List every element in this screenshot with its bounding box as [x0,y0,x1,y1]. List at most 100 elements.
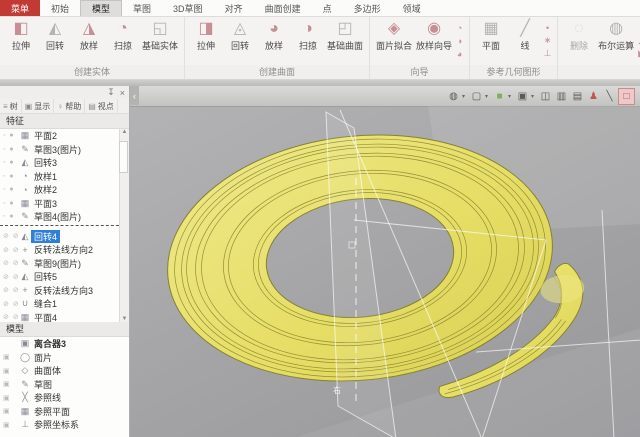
pin-icon[interactable]: ↧ [107,87,115,98]
boolean-button[interactable]: ◍ 布尔运算 [596,19,636,52]
measure-line-icon[interactable]: ╲ [602,89,617,104]
ref-line-button[interactable]: ╱ 线 [508,19,542,52]
visibility-icon[interactable]: ◦ ● [3,200,19,207]
tree-item-plane2[interactable]: ◦ ● ▦ 平面2 [0,129,129,143]
viewport-canvas[interactable]: 右 [130,106,640,437]
wireframe-mode-icon[interactable]: ▣ [515,89,530,104]
chevron-down-icon[interactable]: ▾ [462,93,468,100]
delete-button[interactable]: ◌ 删除 [562,19,596,52]
section-view-icon[interactable]: ◫ [538,89,553,104]
panel-tab-tree[interactable]: ≡ 树 [0,99,22,113]
sweep-surface-button[interactable]: ◑ 扫掠 [291,19,325,52]
tree-item-sketch3[interactable]: ◦ ● ✎ 草图3(图片) [0,143,129,157]
visibility-icon[interactable]: ◦ ● [3,159,19,166]
loft-wizard-button[interactable]: ◉ 放样向导 [414,19,454,52]
scroll-down-icon[interactable]: ▼ [122,316,128,322]
mesh-fit-button[interactable]: ◈ 面片拟合 [374,19,414,52]
view-orientation-icon[interactable]: ▢ [469,89,484,104]
extrude-surface-button[interactable]: ◨ 拉伸 [189,19,223,52]
tab-point[interactable]: 点 [312,0,343,16]
tab-align[interactable]: 对齐 [214,0,254,16]
ref-point-button[interactable]: • [542,21,553,34]
revolve-solid-button[interactable]: ◭ 回转 [38,19,72,52]
extrude-solid-button[interactable]: ◧ 拉伸 [4,19,38,52]
suppressed-icon[interactable]: ⊘ ⊘ [3,273,19,281]
checkbox-icon[interactable]: ▣ [3,407,19,415]
wizard-extra-button-3[interactable]: ◕ [454,47,465,60]
model-item-surface-body[interactable]: ▣ ◇ 曲面体 [0,364,129,378]
scroll-up-icon[interactable]: ▲ [122,129,128,135]
rollback-bar[interactable] [0,225,129,229]
tree-item-revolve3[interactable]: ◦ ● ◭ 回转3 [0,156,129,170]
tree-item-sketch9[interactable]: ⊘ ⊘ ✎ 草图9(图片) [0,257,129,271]
panel-tab-viewpoint[interactable]: ▤ 视点 [85,99,118,113]
suppressed-icon[interactable]: ⊘ ⊘ [3,259,19,267]
checkbox-icon[interactable]: ▣ [3,367,19,375]
tab-surface-create[interactable]: 曲面创建 [254,0,312,16]
model-item-ref-csys[interactable]: ▣ ⊥ 参照坐标系 [0,418,129,432]
chevron-down-icon[interactable]: ▾ [531,93,537,100]
tree-item-stitch1[interactable]: ⊘ ⊘ ∪ 缝合1 [0,297,129,311]
model-item-mesh[interactable]: ▣ ◯ 面片 [0,351,129,365]
checkbox-icon[interactable]: ▣ [3,380,19,388]
suppressed-icon[interactable]: ⊘ ⊘ [3,286,19,294]
split-view-icon[interactable]: ▤ [570,89,585,104]
selection-box-icon[interactable]: □ [618,88,635,105]
tree-item-revolve5[interactable]: ⊘ ⊘ ◭ 回转5 [0,270,129,284]
close-icon[interactable]: × [120,88,125,98]
checkbox-icon[interactable]: ▣ [3,421,19,429]
tab-region[interactable]: 领域 [392,0,432,16]
loft-solid-button[interactable]: ◮ 放样 [72,19,106,52]
checkbox-icon[interactable]: ▣ [3,394,19,402]
visibility-icon[interactable]: ◦ ● [3,146,19,153]
primitive-solid-button[interactable]: ◱ 基础实体 [140,19,180,52]
panel-tab-display[interactable]: ▣ 显示 [22,99,55,113]
ref-plane-button[interactable]: ▦ 平面 [474,19,508,52]
primitive-surface-button[interactable]: ◰ 基础曲面 [325,19,365,52]
panel-collapse-button[interactable]: ‹ [130,86,139,105]
suppressed-icon[interactable]: ⊘ ⊘ [3,313,19,321]
visibility-icon[interactable]: ◦ ● [3,213,19,220]
tree-item-plane3[interactable]: ◦ ● ▦ 平面3 [0,197,129,211]
fillet-button[interactable]: ◜ 圆角 [636,21,640,34]
display-style-icon[interactable]: ◍ [446,89,461,104]
checkbox-icon[interactable]: ▣ [3,353,19,361]
draft-button[interactable]: ◣ 拔模 [636,47,640,60]
chamfer-button[interactable]: ◿ 倒角 [636,34,640,47]
chevron-down-icon[interactable]: ▾ [508,93,514,100]
ref-rotate-button[interactable]: ∗ [542,34,553,47]
tab-model[interactable]: 模型 [80,0,122,16]
tree-item-loft2[interactable]: ◦ ● ◔ 放样2 [0,183,129,197]
loft-surface-button[interactable]: ◕ 放样 [257,19,291,52]
revolve-surface-button[interactable]: ◬ 回转 [223,19,257,52]
tree-item-revolve4-selected[interactable]: ⊘ ⊘ ◭ 回转4 [0,230,129,244]
wizard-extra-button-2[interactable]: ◑ [454,34,465,47]
tree-item-flip-normal2[interactable]: ⊘ ⊘ + 反转法线方向2 [0,243,129,257]
model-item-sketch[interactable]: ▣ ✎ 草图 [0,378,129,392]
tab-3d-sketch[interactable]: 3D草图 [162,0,214,16]
ref-csys-button[interactable]: ⊥ [542,47,553,60]
tab-initial[interactable]: 初始 [40,0,80,16]
visibility-icon[interactable]: ◦ ● [3,186,19,193]
tree-item-loft1[interactable]: ◦ ● ◔ 放样1 [0,170,129,184]
chevron-down-icon[interactable]: ▾ [485,93,491,100]
visibility-icon[interactable]: ◦ ● [3,173,19,180]
plane-display-icon[interactable]: ▥ [554,89,569,104]
menu-button[interactable]: 菜单 [0,0,40,16]
tree-item-flip-normal3[interactable]: ⊘ ⊘ + 反转法线方向3 [0,284,129,298]
visibility-icon[interactable]: ◦ ● [3,132,19,139]
suppressed-icon[interactable]: ⊘ ⊘ [3,232,19,240]
tree-item-plane4[interactable]: ⊘ ⊘ ▦ 平面4 [0,311,129,323]
shaded-mode-icon[interactable]: ■ [492,89,507,104]
suppressed-icon[interactable]: ⊘ ⊘ [3,300,19,308]
panel-tab-help[interactable]: ♀ 帮助 [54,99,85,113]
scrollbar-thumb[interactable] [119,141,128,173]
wizard-extra-button-1[interactable]: ◔ [454,21,465,34]
suppressed-icon[interactable]: ⊘ ⊘ [3,246,19,254]
tree-item-sketch4[interactable]: ◦ ● ✎ 草图4(图片) [0,210,129,224]
tab-sketch[interactable]: 草图 [122,0,162,16]
tab-polygon[interactable]: 多边形 [343,0,392,16]
model-item-ref-line[interactable]: ▣ ╳ 参照线 [0,391,129,405]
model-item-ref-plane[interactable]: ▣ ▦ 参照平面 [0,405,129,419]
sweep-solid-button[interactable]: ◔ 扫掠 [106,19,140,52]
